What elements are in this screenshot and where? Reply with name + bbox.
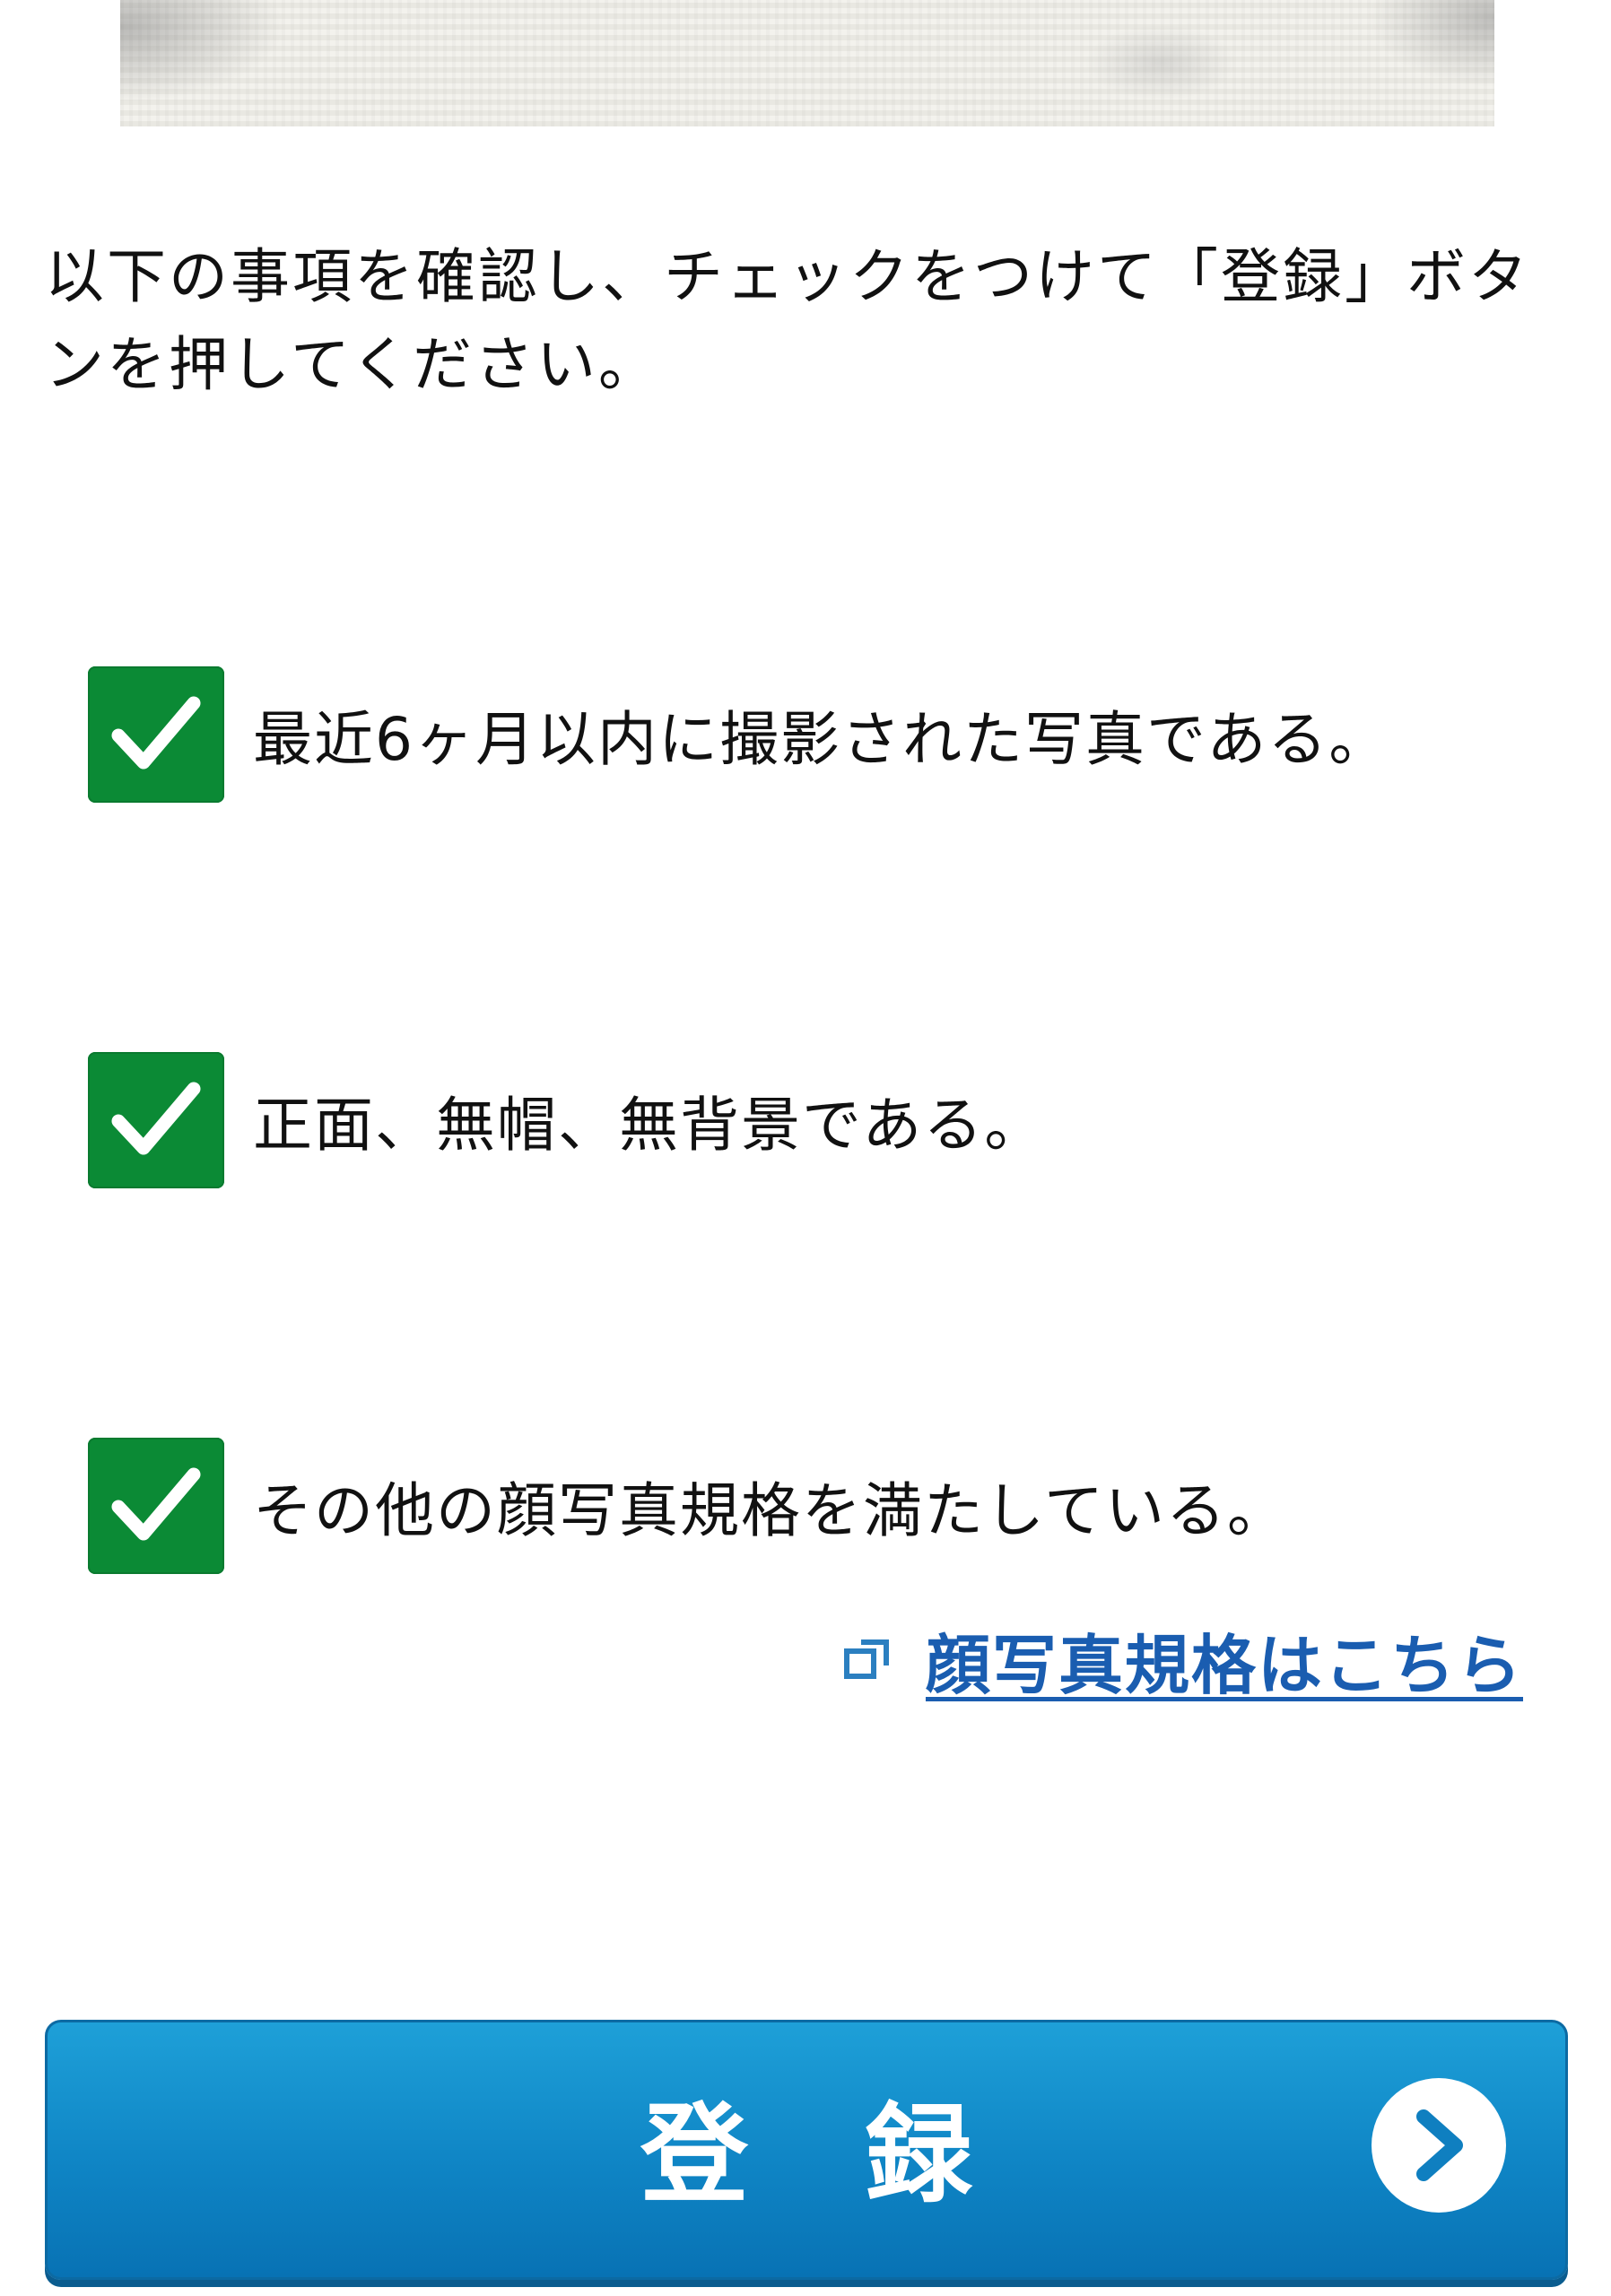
instruction-text: 以下の事項を確認し、チェックをつけて「登録」ボタンを押してください。 [45,242,1530,399]
checkmark-icon [111,1082,201,1155]
register-button-label: 登録 [640,2093,1089,2218]
checkbox-other-specs[interactable] [88,1438,224,1574]
check-label-other-specs: その他の顔写真規格を満たしている。 [253,1476,1289,1545]
checkbox-front-facing[interactable] [88,1052,224,1188]
check-label-recent-photo: 最近6ヶ月以内に撮影された写真である。 [253,705,1390,774]
spec-link-container[interactable]: 顔写真規格はこちら [843,1619,1523,1703]
register-button[interactable]: 登録 [45,2020,1568,2280]
face-photo-preview [120,0,1494,126]
check-row-front-facing[interactable]: 正面、無帽、無背景である。 [88,1052,1523,1188]
check-row-recent-photo[interactable]: 最近6ヶ月以内に撮影された写真である。 [88,666,1523,803]
checkbox-recent-photo[interactable] [88,666,224,803]
chevron-right-icon [1372,2078,1506,2213]
external-link-icon [843,1639,889,1679]
checkmark-icon [111,1467,201,1541]
checkmark-icon [111,696,201,770]
face-photo-spec-link[interactable]: 顔写真規格はこちら [926,1613,1523,1707]
check-label-front-facing: 正面、無帽、無背景である。 [253,1091,1046,1160]
check-row-other-specs[interactable]: その他の顔写真規格を満たしている。 [88,1438,1523,1574]
